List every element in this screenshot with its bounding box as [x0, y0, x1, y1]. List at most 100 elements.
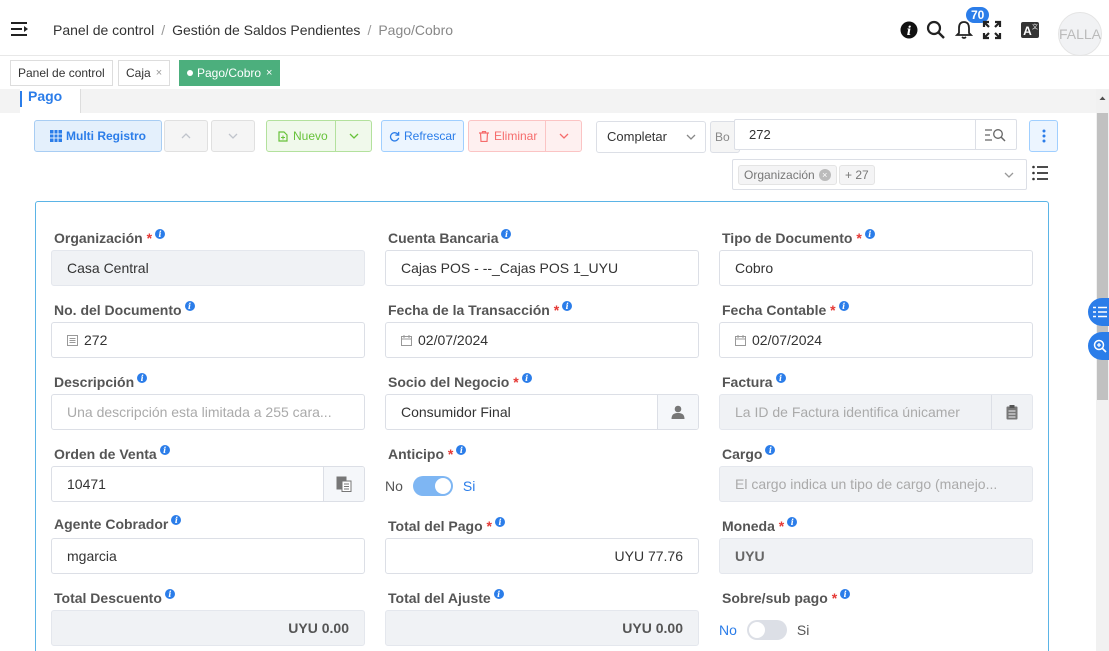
orden-venta-search-button[interactable]: [323, 467, 364, 501]
info-icon[interactable]: i: [840, 589, 851, 599]
organizacion-field[interactable]: Casa Central: [51, 250, 365, 286]
tab-panel-de-control[interactable]: Panel de control: [10, 60, 113, 86]
breadcrumb: Panel de control / Gestión de Saldos Pendi…: [53, 22, 453, 38]
socio-value: Consumidor Final: [401, 404, 511, 420]
moneda-value: UYU: [735, 548, 765, 564]
fullscreen-icon[interactable]: [981, 18, 1003, 42]
fecha-contable-field[interactable]: 02/07/2024: [719, 322, 1033, 358]
socio-field[interactable]: Consumidor Final: [385, 394, 699, 430]
info-icon[interactable]: i: [898, 18, 920, 42]
socio-search-button[interactable]: [657, 395, 698, 429]
avatar[interactable]: FALLA: [1058, 12, 1102, 56]
total-pago-field[interactable]: UYU 77.76: [385, 538, 699, 574]
cuenta-bancaria-field[interactable]: Cajas POS - --_Cajas POS 1_UYU: [385, 250, 699, 286]
tab-pago-cobro[interactable]: Pago/Cobro ×: [179, 60, 281, 86]
info-icon[interactable]: i: [493, 589, 504, 599]
anticipo-si-label: Si: [462, 478, 476, 494]
page-tabs: Panel de control Caja × Pago/Cobro ×: [0, 57, 1109, 89]
total-ajuste-field[interactable]: UYU 0.00: [385, 610, 699, 646]
info-icon[interactable]: i: [171, 515, 182, 525]
breadcrumb-item-gestion[interactable]: Gestión de Saldos Pendientes: [172, 22, 360, 38]
previous-record-button[interactable]: [164, 120, 208, 152]
descripcion-label: Descripción i: [54, 373, 148, 390]
anticipo-switch[interactable]: No Si: [385, 476, 475, 496]
info-icon[interactable]: i: [864, 229, 875, 239]
refresh-button[interactable]: Refrescar: [381, 120, 464, 152]
next-record-button[interactable]: [211, 120, 255, 152]
info-icon[interactable]: i: [494, 517, 505, 527]
agente-value: mgarcia: [67, 548, 117, 564]
total-pago-label: Total del Pago * i: [388, 517, 505, 534]
close-icon[interactable]: ×: [818, 169, 831, 181]
descripcion-field[interactable]: Una descripción esta limitada a 255 cara…: [51, 394, 365, 430]
breadcrumb-sep: /: [367, 22, 372, 38]
sobre-sub-si-label: Si: [796, 622, 810, 638]
close-icon[interactable]: ×: [266, 67, 272, 79]
more-vertical-icon: [1042, 129, 1045, 143]
info-icon[interactable]: i: [137, 373, 148, 383]
orden-venta-field[interactable]: 10471: [51, 466, 365, 502]
more-options-button[interactable]: [1029, 120, 1058, 152]
moneda-label: Moneda * i: [722, 517, 798, 534]
info-icon[interactable]: i: [765, 445, 776, 455]
scroll-up-arrow-icon[interactable]: [1096, 92, 1109, 104]
info-icon[interactable]: i: [501, 229, 512, 239]
tab-caja[interactable]: Caja ×: [118, 60, 171, 86]
menu-fold-icon[interactable]: [11, 21, 29, 37]
document-action-select[interactable]: Completar: [596, 121, 706, 153]
info-icon[interactable]: i: [159, 445, 170, 455]
zoom-in-icon: [1093, 339, 1107, 353]
page-scrollbar[interactable]: [1096, 89, 1109, 651]
sobre-sub-label: Sobre/sub pago * i: [722, 589, 851, 606]
filter-more-label: + 27: [845, 168, 869, 182]
info-icon[interactable]: i: [456, 445, 467, 455]
anticipo-toggle[interactable]: [412, 476, 453, 496]
multi-record-button[interactable]: Multi Registro: [34, 120, 162, 152]
tipo-documento-field[interactable]: Cobro: [719, 250, 1033, 286]
window-tab-pago[interactable]: Pago: [20, 89, 81, 113]
info-icon[interactable]: i: [164, 589, 175, 599]
fecha-transaccion-field[interactable]: 02/07/2024: [385, 322, 699, 358]
print-format-label: Bo: [715, 130, 730, 144]
sobre-sub-toggle[interactable]: [746, 620, 787, 640]
search-button[interactable]: [975, 120, 1016, 149]
side-zoom-button[interactable]: [1088, 332, 1109, 360]
total-descuento-field[interactable]: UYU 0.00: [51, 610, 365, 646]
delete-label: Eliminar: [494, 129, 538, 143]
document-icon: [67, 334, 78, 346]
trash-icon: [479, 130, 489, 142]
delete-button[interactable]: Eliminar: [468, 120, 582, 152]
new-record-button[interactable]: Nuevo: [266, 120, 372, 152]
filter-chip-organizacion[interactable]: Organización ×: [738, 165, 837, 185]
no-documento-field[interactable]: 272: [51, 322, 365, 358]
cargo-field[interactable]: El cargo indica un tipo de cargo (manejo…: [719, 466, 1033, 502]
info-icon[interactable]: i: [155, 229, 166, 239]
filter-select[interactable]: Organización × + 27: [732, 159, 1027, 190]
factura-search-button[interactable]: [991, 395, 1032, 429]
info-icon[interactable]: i: [184, 301, 195, 311]
new-record-dropdown[interactable]: [335, 121, 371, 151]
side-list-button[interactable]: [1088, 298, 1109, 326]
cuenta-bancaria-value: Cajas POS - --_Cajas POS 1_UYU: [401, 260, 619, 276]
info-icon[interactable]: i: [838, 301, 849, 311]
info-icon[interactable]: i: [521, 373, 532, 383]
info-icon[interactable]: i: [562, 301, 573, 311]
factura-field[interactable]: La ID de Factura identifica únicamer: [719, 394, 1033, 430]
agente-field[interactable]: mgarcia: [51, 538, 365, 574]
chevron-down-icon: [1004, 172, 1014, 178]
moneda-field[interactable]: UYU: [719, 538, 1033, 574]
translate-icon[interactable]: A文: [1019, 18, 1041, 42]
sobre-sub-switch[interactable]: No Si: [719, 620, 809, 640]
cargo-placeholder: El cargo indica un tipo de cargo (manejo…: [735, 476, 998, 492]
info-icon[interactable]: i: [787, 517, 798, 527]
chevron-down-icon: [349, 133, 358, 139]
delete-dropdown[interactable]: [545, 121, 581, 151]
search-input[interactable]: [735, 120, 975, 149]
info-icon[interactable]: i: [775, 373, 786, 383]
breadcrumb-item-panel[interactable]: Panel de control: [53, 22, 154, 38]
orden-venta-label: Orden de Venta i: [54, 445, 170, 462]
svg-text:文: 文: [1032, 23, 1038, 31]
close-icon[interactable]: ×: [156, 67, 162, 79]
list-icon[interactable]: [1032, 165, 1048, 181]
search-icon[interactable]: [925, 18, 947, 42]
